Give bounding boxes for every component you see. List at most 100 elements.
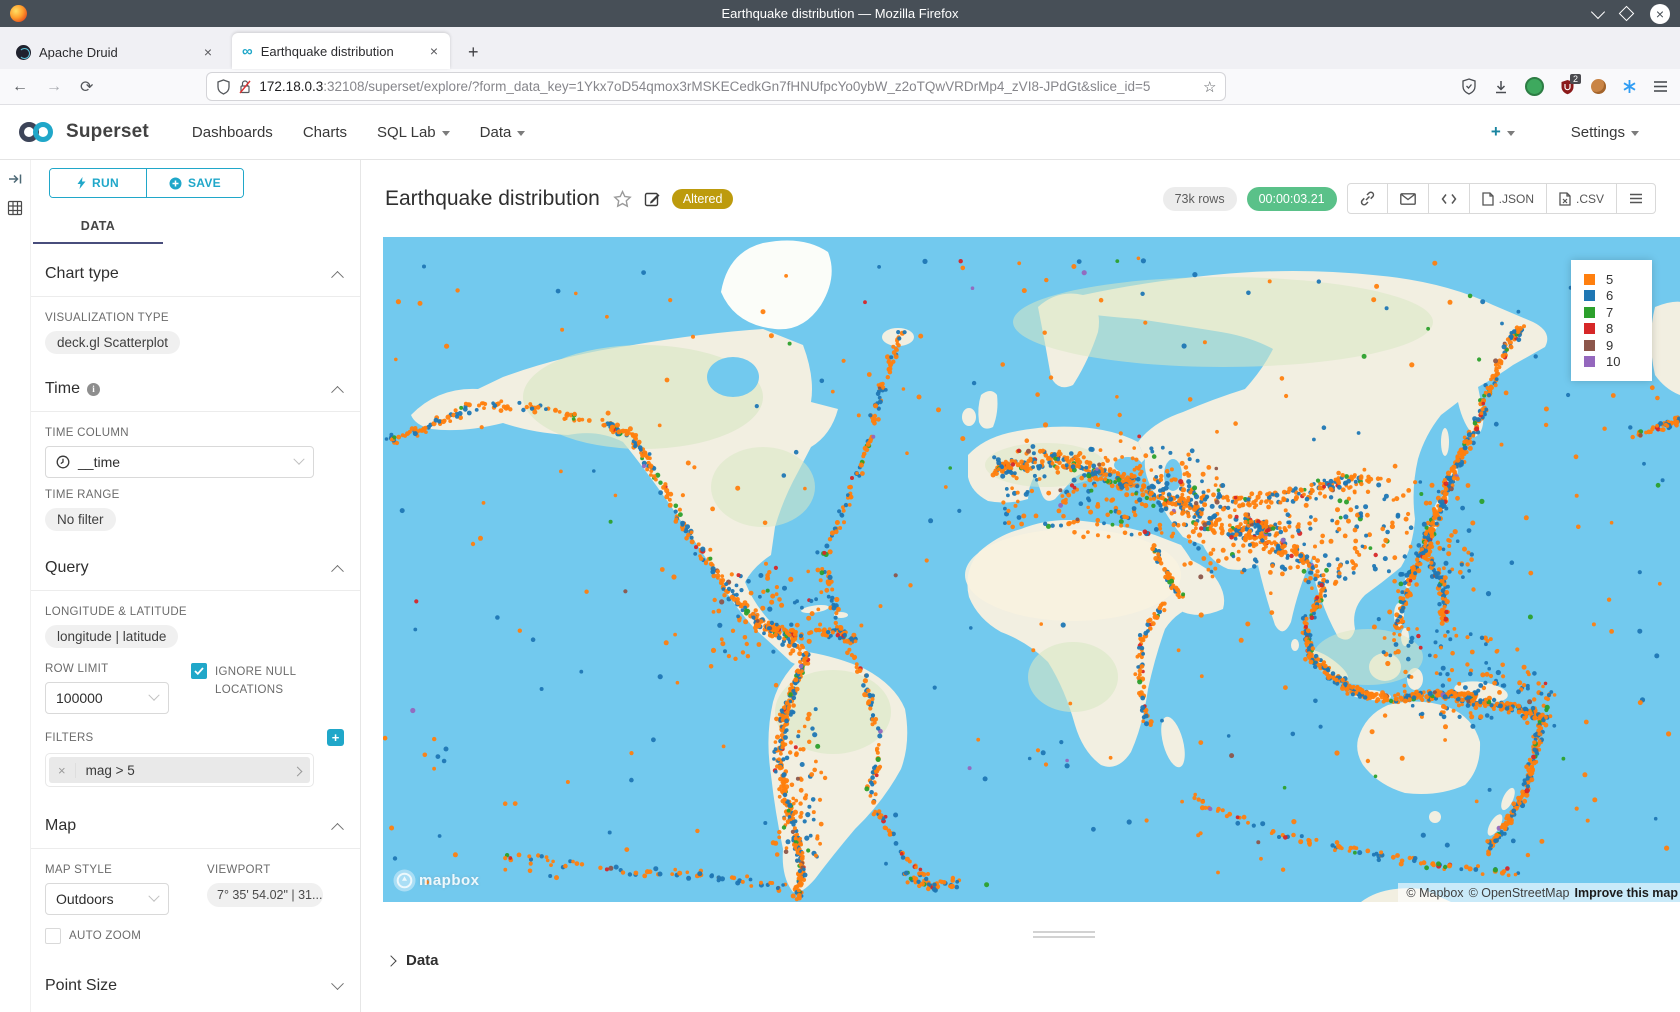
extension-green-icon[interactable] — [1525, 77, 1544, 96]
control-panel: RUN SAVE DATA Chart type VISUALIZATION T… — [31, 160, 361, 1012]
checkbox-checked-icon[interactable] — [191, 663, 207, 679]
nav-charts[interactable]: Charts — [303, 124, 347, 141]
window-title: Earthquake distribution — Mozilla Firefo… — [0, 6, 1680, 21]
new-tab-button[interactable]: + — [458, 42, 489, 69]
visualization-type-value[interactable]: deck.gl Scatterplot — [45, 331, 180, 354]
run-button[interactable]: RUN — [50, 169, 146, 197]
settings-menu[interactable]: Settings — [1571, 124, 1639, 141]
embed-code-button[interactable] — [1428, 184, 1469, 213]
filter-container: × mag > 5 — [45, 753, 314, 787]
cookie-icon[interactable] — [1591, 79, 1606, 94]
forward-icon[interactable]: → — [46, 78, 62, 96]
url-input[interactable]: 172.18.0.3:32108/superset/explore/?form_… — [207, 73, 1225, 100]
map-legend: 5678910 — [1571, 260, 1652, 381]
deckgl-scatter-map[interactable]: 5678910 mapbox © Mapbox © OpenStreetMap … — [383, 237, 1680, 902]
add-new-button[interactable]: + — [1491, 122, 1515, 142]
osm-attribution-link[interactable]: © OpenStreetMap — [1469, 886, 1570, 900]
legend-color-swatch — [1584, 356, 1595, 367]
firefox-icon — [10, 5, 27, 22]
nav-data[interactable]: Data — [480, 124, 526, 141]
edit-properties-icon[interactable] — [644, 190, 661, 207]
legend-item[interactable]: 7 — [1584, 304, 1636, 321]
legend-color-swatch — [1584, 340, 1595, 351]
tab-close-icon[interactable]: × — [428, 43, 440, 59]
time-range-value[interactable]: No filter — [45, 508, 116, 531]
panel-resize-handle[interactable] — [1033, 928, 1095, 941]
mapbox-logo[interactable]: mapbox — [393, 869, 480, 892]
pocket-shield-icon[interactable] — [1461, 78, 1477, 95]
chevron-up-icon — [331, 385, 344, 398]
window-minimize-icon[interactable] — [1591, 4, 1605, 18]
save-button[interactable]: SAVE — [146, 169, 243, 197]
time-column-value: __time — [78, 454, 120, 470]
window-close-icon[interactable]: × — [1650, 4, 1670, 24]
filter-value: mag > 5 — [76, 763, 285, 778]
section-map[interactable]: Map — [45, 787, 344, 848]
filters-label: FILTERS — [45, 732, 94, 744]
tab-data[interactable]: DATA — [33, 212, 163, 244]
legend-label: 9 — [1606, 338, 1613, 353]
nav-dashboards[interactable]: Dashboards — [192, 124, 273, 141]
remove-filter-icon[interactable]: × — [49, 763, 76, 778]
improve-map-link[interactable]: Improve this map — [1575, 886, 1679, 900]
row-limit-value: 100000 — [56, 690, 103, 706]
time-column-select[interactable]: __time — [45, 446, 314, 478]
chevron-down-icon — [517, 131, 525, 136]
section-time[interactable]: Timei — [45, 354, 344, 411]
chevron-up-icon — [331, 822, 344, 835]
superset-logo[interactable]: Superset — [16, 120, 149, 144]
tab-earthquake-distribution[interactable]: ∞ Earthquake distribution × — [232, 33, 450, 69]
legend-label: 10 — [1606, 354, 1620, 369]
back-icon[interactable]: ← — [12, 78, 28, 96]
favorite-star-icon[interactable] — [613, 190, 632, 208]
checkbox-unchecked-icon[interactable] — [45, 928, 61, 944]
add-filter-button[interactable]: + — [327, 729, 344, 746]
visualization-type-label: VISUALIZATION TYPE — [45, 312, 344, 324]
chart-header: Earthquake distribution Altered 73k rows… — [361, 160, 1680, 237]
bookmark-star-icon[interactable]: ☆ — [1203, 78, 1216, 96]
viewport-value[interactable]: 7° 35' 54.02" | 31... — [207, 883, 323, 907]
legend-item[interactable]: 10 — [1584, 354, 1636, 371]
collapse-panel-icon[interactable] — [8, 172, 23, 186]
extension-flake-icon[interactable] — [1622, 79, 1637, 94]
tracking-shield-icon[interactable] — [216, 79, 231, 95]
section-chart-type[interactable]: Chart type — [45, 244, 344, 296]
time-column-label: TIME COLUMN — [45, 427, 344, 439]
nav-sql-lab[interactable]: SQL Lab — [377, 124, 450, 141]
share-link-button[interactable] — [1348, 184, 1387, 213]
tab-close-icon[interactable]: × — [202, 44, 214, 60]
data-section-toggle[interactable]: Data — [387, 952, 439, 969]
tab-apache-druid[interactable]: Apache Druid × — [6, 35, 224, 69]
brand-name: Superset — [66, 121, 149, 143]
browser-menu-icon[interactable] — [1653, 80, 1668, 93]
reload-icon[interactable]: ⟳ — [80, 77, 93, 97]
chevron-down-icon — [331, 977, 344, 990]
world-map — [383, 237, 1680, 902]
legend-item[interactable]: 6 — [1584, 288, 1636, 305]
dataset-grid-icon[interactable] — [7, 200, 23, 216]
ignore-null-checkbox-row[interactable]: IGNORE NULL LOCATIONS — [191, 663, 325, 700]
legend-item[interactable]: 8 — [1584, 321, 1636, 338]
download-icon[interactable] — [1493, 79, 1509, 95]
filter-item[interactable]: × mag > 5 — [49, 757, 310, 783]
lonlat-value[interactable]: longitude | latitude — [45, 625, 178, 648]
section-point-size[interactable]: Point Size — [45, 945, 344, 1008]
row-limit-select[interactable]: 100000 — [45, 682, 169, 714]
chevron-down-icon — [442, 131, 450, 136]
window-maximize-icon[interactable] — [1619, 6, 1635, 22]
mapbox-attribution-link[interactable]: © Mapbox — [1406, 886, 1463, 900]
auto-zoom-checkbox-row[interactable]: AUTO ZOOM — [45, 927, 344, 945]
legend-item[interactable]: 5 — [1584, 271, 1636, 288]
legend-item[interactable]: 9 — [1584, 337, 1636, 354]
insecure-lock-icon[interactable] — [238, 79, 252, 95]
chart-menu-button[interactable] — [1616, 184, 1655, 213]
email-button[interactable] — [1387, 184, 1428, 213]
ublock-icon[interactable]: 2 — [1560, 79, 1575, 95]
row-limit-label: ROW LIMIT — [45, 663, 169, 675]
expand-filter-icon[interactable] — [285, 763, 310, 778]
export-csv-button[interactable]: .CSV — [1546, 184, 1616, 213]
browser-tabbar: Apache Druid × ∞ Earthquake distribution… — [0, 27, 1680, 69]
map-style-select[interactable]: Outdoors — [45, 883, 169, 915]
section-query[interactable]: Query — [45, 531, 344, 590]
export-json-button[interactable]: .JSON — [1469, 184, 1546, 213]
